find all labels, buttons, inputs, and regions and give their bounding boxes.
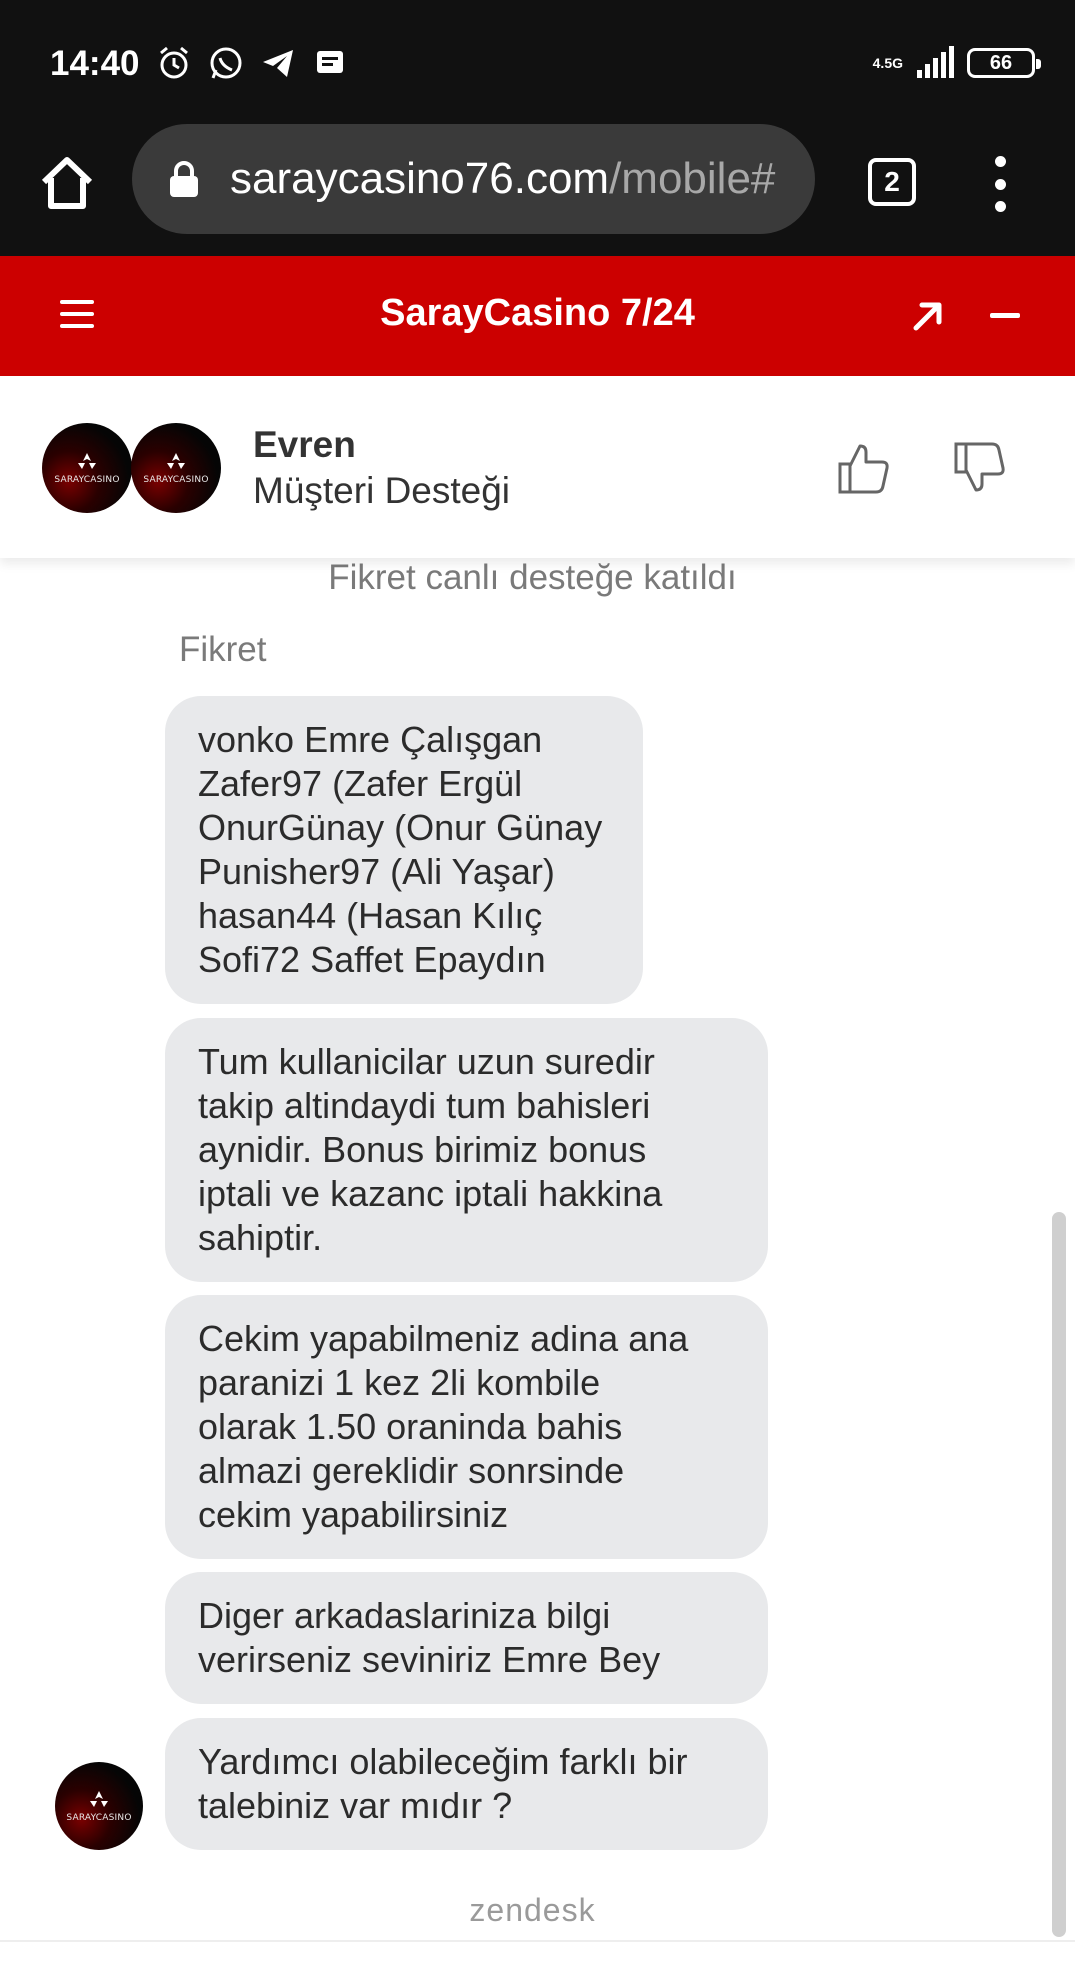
system-message: Fikret canlı desteğe katıldı (328, 558, 737, 597)
message-bubble: Cekim yapabilmeniz adina ana paranizi 1 … (165, 1295, 768, 1559)
lock-icon (170, 161, 198, 197)
avatar-logo-text: SARAYCASINO (143, 475, 209, 485)
alarm-icon (160, 46, 188, 79)
zendesk-branding[interactable]: zendesk (0, 1892, 1065, 1929)
signal-icon (917, 46, 954, 78)
casino-logo-icon (78, 453, 96, 469)
home-icon[interactable] (36, 152, 98, 214)
agent-panel: SARAYCASINO SARAYCASINO Evren Müşteri De… (0, 376, 1075, 558)
chat-header: SarayCasino 7/24 (0, 256, 1075, 376)
message-avatar: SARAYCASINO (55, 1762, 143, 1850)
thumbs-down-icon[interactable] (952, 440, 1008, 496)
thumbs-up-icon[interactable] (836, 440, 892, 496)
avatar-logo-text: SARAYCASINO (66, 1813, 132, 1823)
minimize-icon[interactable] (990, 313, 1020, 318)
url-domain: saraycasino76.com (230, 154, 610, 203)
casino-logo-icon (90, 1791, 108, 1807)
network-type: 4.5G (872, 55, 903, 71)
message-bubble: Tum kullanicilar uzun suredir takip alti… (165, 1018, 768, 1282)
more-menu-icon[interactable] (985, 156, 1015, 212)
agent-name: Evren (253, 424, 356, 465)
conversation-area: Fikret canlı desteğe katıldı Fikret vonk… (0, 558, 1075, 1938)
message-bubble: vonko Emre Çalışgan Zafer97 (Zafer Ergül… (165, 696, 643, 1004)
browser-toolbar: saraycasino76.com/mobile# 2 (0, 120, 1075, 256)
address-bar[interactable]: saraycasino76.com/mobile# (132, 124, 815, 234)
scrollbar[interactable] (1052, 1212, 1066, 1937)
telegram-icon (263, 50, 293, 77)
avatar-logo-text: SARAYCASINO (54, 475, 120, 485)
popout-arrow-icon[interactable] (910, 298, 946, 334)
agent-avatar: SARAYCASINO (42, 423, 132, 513)
whatsapp-icon (210, 47, 242, 79)
message-bubble: Yardımcı olabileceğim farklı bir talebin… (165, 1718, 768, 1850)
status-bar: 14:40 4.5G 66 (0, 0, 1075, 120)
notification-icons (155, 44, 349, 82)
tabs-button[interactable]: 2 (868, 158, 916, 206)
status-right: 4.5G 66 (872, 46, 1041, 80)
casino-logo-icon (167, 453, 185, 469)
divider (0, 1940, 1075, 1942)
message-icon (317, 51, 343, 73)
url-path: /mobile# (609, 154, 776, 203)
message-bubble: Diger arkadaslariniza bilgi verirseniz s… (165, 1572, 768, 1704)
sender-name: Fikret (179, 630, 267, 669)
battery-icon: 66 (967, 48, 1041, 78)
agent-role: Müşteri Desteği (253, 470, 511, 511)
status-time: 14:40 (50, 44, 140, 83)
agent-avatar-secondary: SARAYCASINO (131, 423, 221, 513)
